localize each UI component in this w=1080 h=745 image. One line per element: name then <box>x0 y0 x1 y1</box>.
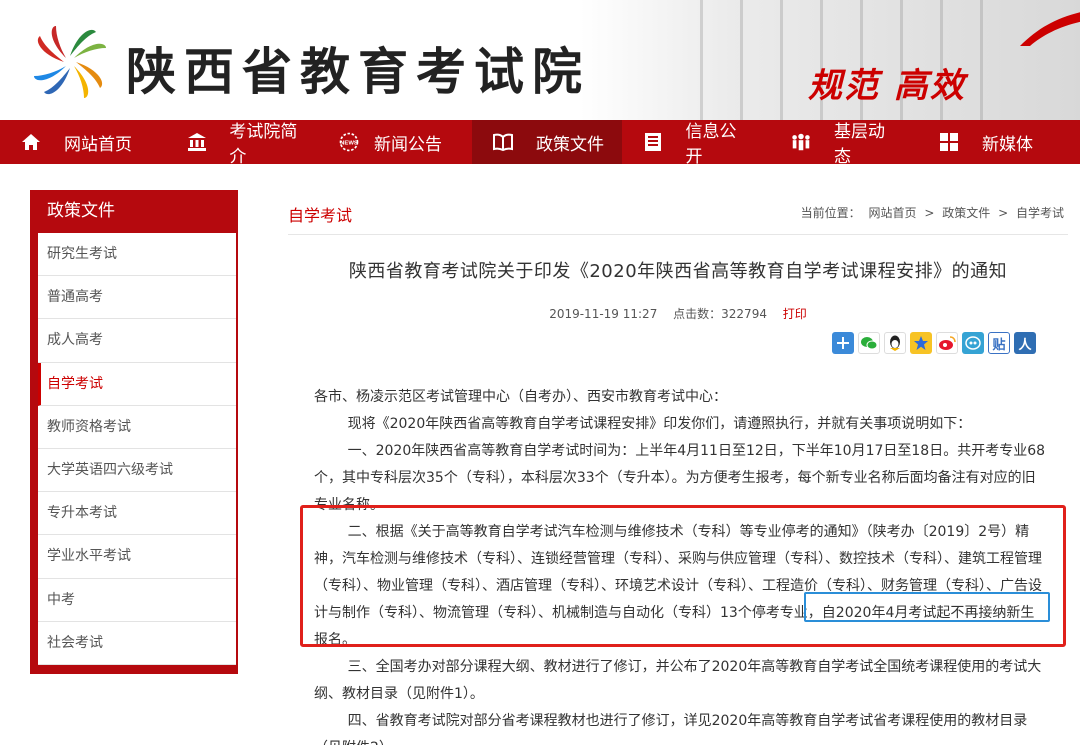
article-paragraph: 三、全国考办对部分课程大纲、教材进行了修订，并公布了2020年高等教育自学考试全… <box>314 659 1042 702</box>
highlight-box-blue <box>804 592 1050 622</box>
nav-label: 信息公开 <box>685 122 737 167</box>
sidebar-item-gaokao[interactable]: 普通高考 <box>38 276 236 320</box>
nav-label: 考试院简介 <box>229 122 298 167</box>
building-icon <box>186 131 207 153</box>
share-bar: 贴 人 <box>832 332 1036 354</box>
article-paragraph: 现将《2020年陕西省高等教育自学考试课程安排》印发你们，请遵照执行，并就有关事… <box>347 416 972 432</box>
highlight-box-red <box>300 505 1066 647</box>
sidebar-item-upgrade[interactable]: 专升本考试 <box>38 492 236 536</box>
click-count: 点击数：322794 <box>673 307 767 321</box>
tqq-icon[interactable] <box>962 332 984 354</box>
breadcrumb-sep: > <box>998 206 1009 220</box>
site-logo-icon[interactable] <box>28 20 112 104</box>
sidebar-list: 研究生考试 普通高考 成人高考 自学考试 教师资格考试 大学英语四六级考试 专升… <box>38 233 236 665</box>
nav-item-media[interactable]: 新媒体 <box>918 120 1080 164</box>
nav-label: 基层动态 <box>834 122 885 167</box>
nav-label: 政策文件 <box>536 134 604 155</box>
breadcrumb: 当前位置： 网站首页 > 政策文件 > 自学考试 <box>799 204 1066 221</box>
sidebar-item-cet[interactable]: 大学英语四六级考试 <box>38 449 236 493</box>
nav-item-local[interactable]: 基层动态 <box>770 120 918 167</box>
nav-item-home[interactable]: 网站首页 <box>0 120 170 164</box>
nav-label: 网站首页 <box>64 134 132 155</box>
sidebar-item-social[interactable]: 社会考试 <box>38 622 236 665</box>
sidebar-item-adult[interactable]: 成人高考 <box>38 319 236 363</box>
slogan-swoosh-icon <box>1020 12 1080 46</box>
site-title: 陕西省教育考试院 <box>126 42 590 101</box>
nav-item-policy[interactable]: 政策文件 <box>472 120 622 164</box>
document-icon <box>642 131 664 153</box>
nav-item-info[interactable]: 信息公开 <box>622 120 770 167</box>
sidebar-item-teacher[interactable]: 教师资格考试 <box>38 406 236 449</box>
main-nav: 网站首页 考试院简介 NEWS 新闻公告 政策文件 信息公开 基层动态 新媒体 <box>0 120 1080 167</box>
main-content: 自学考试 当前位置： 网站首页 > 政策文件 > 自学考试 陕西省教育考试院关于… <box>288 190 1068 354</box>
sidebar-item-graduate[interactable]: 研究生考试 <box>38 233 236 277</box>
breadcrumb-sep: > <box>924 206 935 220</box>
svg-text:NEWS: NEWS <box>340 141 358 147</box>
home-icon <box>20 131 42 153</box>
nav-item-news[interactable]: NEWS 新闻公告 <box>330 120 472 164</box>
news-icon: NEWS <box>338 131 360 153</box>
breadcrumb-home[interactable]: 网站首页 <box>869 206 917 220</box>
tieba-icon[interactable]: 贴 <box>988 332 1010 354</box>
site-header: 陕西省教育考试院 规范 高效 <box>0 0 1080 120</box>
sidebar-item-proficiency[interactable]: 学业水平考试 <box>38 535 236 579</box>
sidebar-title: 政策文件 <box>47 201 115 221</box>
section-title: 自学考试 <box>288 206 353 225</box>
breadcrumb-prefix: 当前位置： <box>800 206 861 220</box>
nav-item-about[interactable]: 考试院简介 <box>170 120 330 167</box>
wechat-icon[interactable] <box>858 332 880 354</box>
people-icon <box>790 131 812 153</box>
qzone-icon[interactable] <box>910 332 932 354</box>
book-icon <box>492 131 514 153</box>
nav-label: 新媒体 <box>982 134 1033 155</box>
qq-icon[interactable] <box>884 332 906 354</box>
grid-icon <box>938 131 960 153</box>
breadcrumb-self-study[interactable]: 自学考试 <box>1016 206 1064 220</box>
article-salutation: 各市、杨凌示范区考试管理中心（自考办）、西安市教育考试中心： <box>314 389 727 405</box>
article-meta: 2019-11-19 11:27 点击数：322794 打印 <box>288 305 1068 322</box>
slogan: 规范 高效 <box>808 66 966 106</box>
sidebar-item-self-study[interactable]: 自学考试 <box>38 362 236 406</box>
section-header: 自学考试 当前位置： 网站首页 > 政策文件 > 自学考试 <box>288 190 1068 235</box>
print-link[interactable]: 打印 <box>783 307 807 321</box>
article-title: 陕西省教育考试院关于印发《2020年陕西省高等教育自学考试课程安排》的通知 <box>348 261 1008 282</box>
weibo-icon[interactable] <box>936 332 958 354</box>
nav-label: 新闻公告 <box>374 134 442 155</box>
plus-share-icon[interactable] <box>832 332 854 354</box>
publish-date: 2019-11-19 11:27 <box>549 307 658 321</box>
sidebar: 政策文件 研究生考试 普通高考 成人高考 自学考试 教师资格考试 大学英语四六级… <box>30 190 238 674</box>
sidebar-item-zhongkao[interactable]: 中考 <box>38 579 236 622</box>
article-paragraph: 四、省教育考试院对部分省考课程教材也进行了修订，详见2020年高等教育自学考试省… <box>314 713 1028 745</box>
renren-icon[interactable]: 人 <box>1014 332 1036 354</box>
breadcrumb-policy[interactable]: 政策文件 <box>942 206 990 220</box>
